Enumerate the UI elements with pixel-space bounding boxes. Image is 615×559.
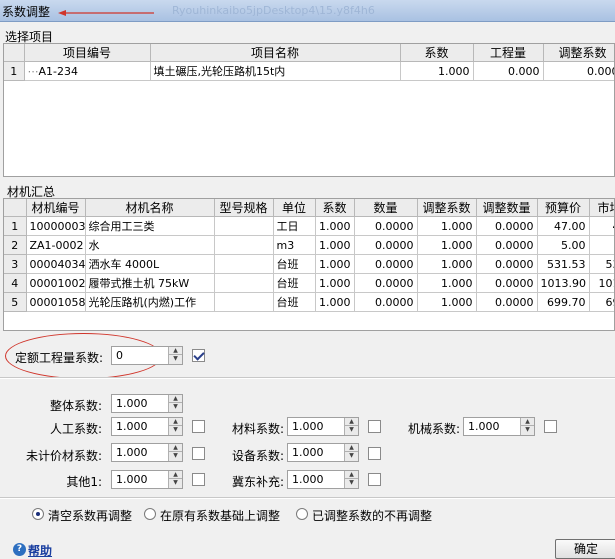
mat-col-coef[interactable]: 系数 [315, 199, 355, 217]
radio-clear-readjust[interactable] [32, 508, 44, 520]
annotation-arrow-icon [58, 10, 154, 16]
items-col-name[interactable]: 项目名称 [150, 44, 401, 62]
window-path-ghost: Ryouhinkaibo5jpDesktop4\15.y8f4h6 [172, 4, 375, 17]
help-link[interactable]: 帮助 [28, 542, 52, 559]
items-col-rownum [4, 44, 25, 62]
radio-adjust-on-existing-label[interactable]: 在原有系数基础上调整 [160, 507, 280, 524]
machine-coef-label: 机械系数: [407, 422, 460, 436]
stepper-down-icon[interactable]: ▼ [169, 426, 182, 434]
other-coef-checkbox[interactable] [192, 473, 205, 486]
materials-table: 材机编号 材机名称 型号规格 单位 系数 数量 调整系数 调整数量 预算价 市场… [4, 199, 614, 312]
jidong-coef-checkbox[interactable] [368, 473, 381, 486]
stepper-up-icon[interactable]: ▲ [169, 395, 182, 403]
table-row[interactable]: 5 00001058 光轮压路机(内燃)工作 台班 1.000 0.0000 1… [4, 292, 614, 312]
stepper-up-icon[interactable]: ▲ [169, 444, 182, 452]
mat-col-price[interactable]: 预算价 [537, 199, 590, 217]
stepper-up-icon[interactable]: ▲ [521, 418, 534, 426]
help-icon[interactable]: ? [13, 543, 26, 556]
stepper-up-icon[interactable]: ▲ [169, 471, 182, 479]
stepper-up-icon[interactable]: ▲ [345, 418, 358, 426]
items-col-coef[interactable]: 系数 [400, 44, 474, 62]
mat-col-market[interactable]: 市场 [589, 199, 614, 217]
stepper-down-icon[interactable]: ▼ [169, 355, 182, 363]
mat-col-adjqty[interactable]: 调整数量 [476, 199, 538, 217]
unpriced-coef-checkbox[interactable] [192, 447, 205, 460]
items-table: 项目编号 项目名称 系数 工程量 调整系数 1 ⋯A1-234 填土碾压,光轮压… [4, 44, 614, 81]
ok-button[interactable]: 确定 [555, 539, 615, 559]
material-coef-stepper[interactable]: 1.000 ▲ ▼ [287, 417, 359, 436]
material-coef-checkbox[interactable] [368, 420, 381, 433]
stepper-down-icon[interactable]: ▼ [345, 426, 358, 434]
radio-clear-readjust-label[interactable]: 清空系数再调整 [48, 507, 132, 524]
items-col-adj[interactable]: 调整系数 [543, 44, 614, 62]
machine-coef-checkbox[interactable] [544, 420, 557, 433]
mat-col-code[interactable]: 材机编号 [26, 199, 86, 217]
mat-col-unit[interactable]: 单位 [273, 199, 316, 217]
equipment-coef-stepper[interactable]: 1.000 ▲ ▼ [287, 443, 359, 462]
stepper-up-icon[interactable]: ▲ [169, 418, 182, 426]
quota-coef-stepper[interactable]: 0 ▲ ▼ [111, 346, 183, 365]
stepper-up-icon[interactable]: ▲ [169, 347, 182, 355]
stepper-down-icon[interactable]: ▼ [345, 479, 358, 487]
mat-col-adj[interactable]: 调整系数 [417, 199, 477, 217]
table-row[interactable]: 1 10000003 综合用工三类 工日 1.000 0.0000 1.000 … [4, 216, 614, 236]
table-row[interactable]: 3 00004034 洒水车 4000L 台班 1.000 0.0000 1.0… [4, 254, 614, 274]
jidong-coef-stepper[interactable]: 1.000 ▲ ▼ [287, 470, 359, 489]
table-row[interactable]: 4 00001002 履带式推土机 75kW 台班 1.000 0.0000 1… [4, 273, 614, 293]
unpriced-coef-label: 未计价材系数: [25, 449, 102, 463]
items-col-code[interactable]: 项目编号 [24, 44, 151, 62]
overall-coef-stepper[interactable]: 1.000 ▲ ▼ [111, 394, 183, 413]
stepper-down-icon[interactable]: ▼ [521, 426, 534, 434]
quota-coef-checkbox[interactable] [192, 349, 205, 362]
mat-col-rownum [4, 199, 27, 217]
labor-coef-checkbox[interactable] [192, 420, 205, 433]
mat-col-qty[interactable]: 数量 [354, 199, 418, 217]
table-row[interactable]: 2 ZA1-0002 水 m3 1.000 0.0000 1.000 0.000… [4, 235, 614, 255]
radio-adjust-on-existing[interactable] [144, 508, 156, 520]
machine-coef-stepper[interactable]: 1.000 ▲ ▼ [463, 417, 535, 436]
other-coef-label: 其他1: [66, 475, 102, 489]
equipment-coef-label: 设备系数: [231, 449, 284, 463]
table-row[interactable]: 1 ⋯A1-234 填土碾压,光轮压路机15t内 1.000 0.000 0.0… [4, 61, 614, 81]
stepper-up-icon[interactable]: ▲ [345, 444, 358, 452]
equipment-coef-checkbox[interactable] [368, 447, 381, 460]
radio-skip-adjusted[interactable] [296, 508, 308, 520]
items-col-qty[interactable]: 工程量 [473, 44, 544, 62]
mat-col-name[interactable]: 材机名称 [85, 199, 215, 217]
stepper-up-icon[interactable]: ▲ [345, 471, 358, 479]
mat-col-spec[interactable]: 型号规格 [214, 199, 274, 217]
radio-skip-adjusted-label[interactable]: 已调整系数的不再调整 [312, 507, 432, 524]
window-title: 系数调整 [2, 5, 51, 19]
materials-grid: 材机编号 材机名称 型号规格 单位 系数 数量 调整系数 调整数量 预算价 市场… [3, 198, 615, 331]
stepper-down-icon[interactable]: ▼ [169, 452, 182, 460]
items-grid: 项目编号 项目名称 系数 工程量 调整系数 1 ⋯A1-234 填土碾压,光轮压… [3, 43, 615, 177]
overall-coef-label: 整体系数: [49, 399, 102, 413]
labor-coef-stepper[interactable]: 1.000 ▲ ▼ [111, 417, 183, 436]
jidong-coef-label: 冀东补充: [231, 475, 284, 489]
quota-coef-label: 定额工程量系数: [15, 351, 104, 365]
labor-coef-label: 人工系数: [49, 422, 102, 436]
stepper-down-icon[interactable]: ▼ [169, 479, 182, 487]
stepper-down-icon[interactable]: ▼ [345, 452, 358, 460]
stepper-down-icon[interactable]: ▼ [169, 403, 182, 411]
unpriced-coef-stepper[interactable]: 1.000 ▲ ▼ [111, 443, 183, 462]
other-coef-stepper[interactable]: 1.000 ▲ ▼ [111, 470, 183, 489]
material-coef-label: 材料系数: [231, 422, 284, 436]
